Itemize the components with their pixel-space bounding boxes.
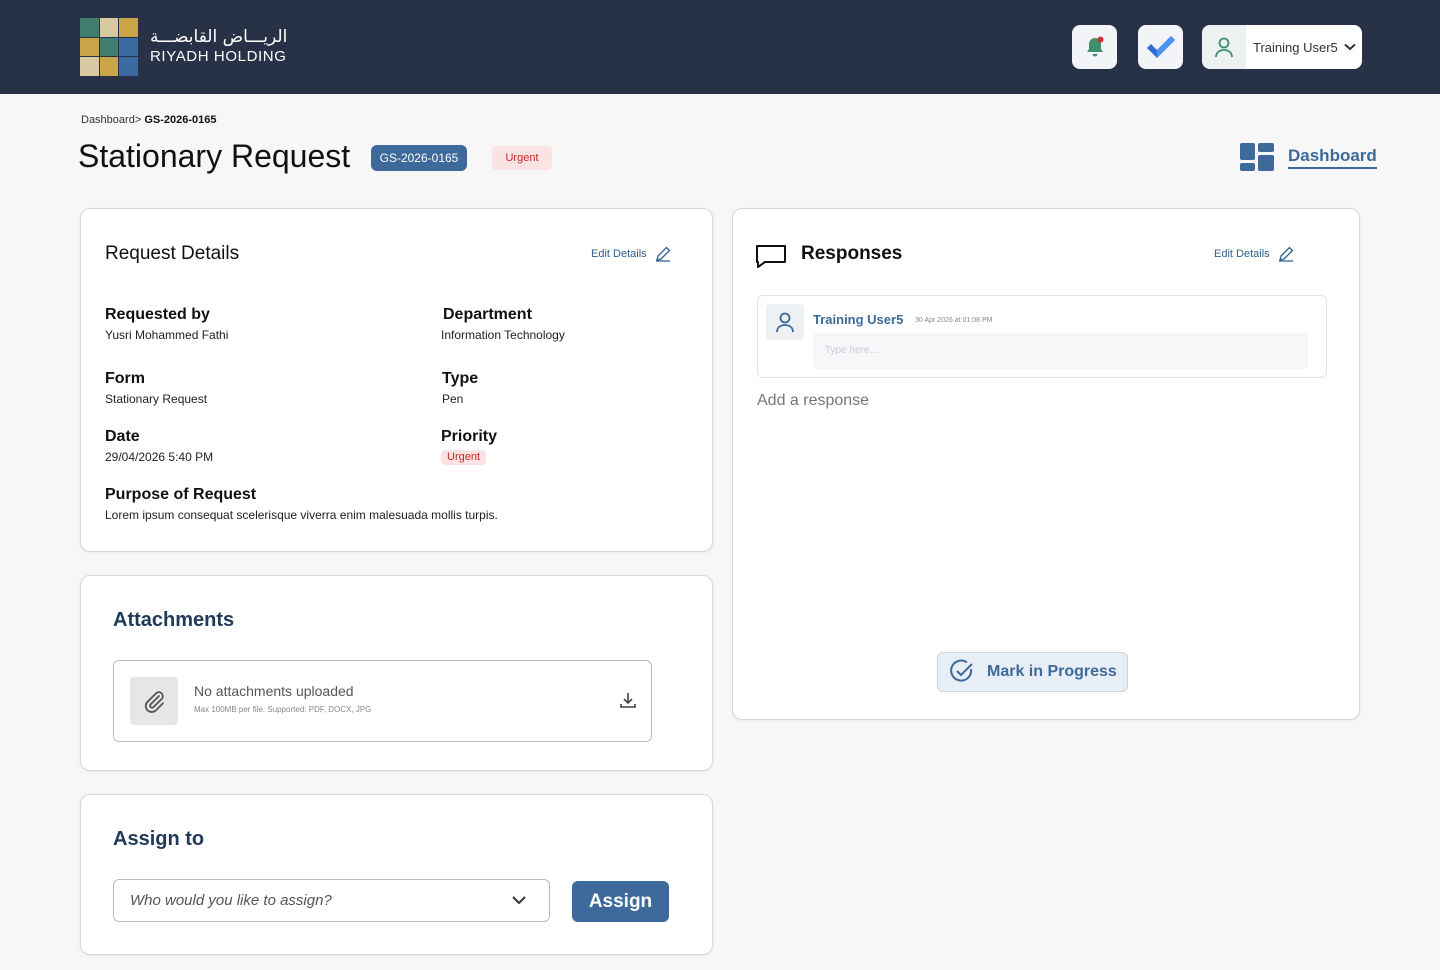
assign-title: Assign to: [113, 828, 205, 850]
field-label: Type: [442, 370, 479, 387]
response-timestamp: 30 Apr 2026 at 01:08 PM: [915, 317, 993, 324]
urgency-badge: Urgent: [492, 146, 552, 170]
dashboard-link-label: Dashboard: [1288, 146, 1377, 169]
priority-badge: Urgent: [441, 450, 487, 465]
response-entry: Training User5 30 Apr 2026 at 01:08 PM T…: [757, 295, 1327, 378]
field-value: Lorem ipsum consequat scelerisque viverr…: [105, 508, 498, 522]
logo-mark: [80, 18, 138, 76]
download-icon: [620, 693, 636, 708]
pencil-icon: [1278, 246, 1294, 262]
request-id-badge: GS-2026-0165: [371, 145, 467, 171]
field-department: Department Information Technology: [441, 305, 565, 344]
responses-card: Responses Edit Details Training User5 30…: [732, 208, 1360, 720]
edit-responses-link[interactable]: Edit Details: [1214, 246, 1294, 262]
user-name: Training User5: [1253, 39, 1338, 55]
field-purpose: Purpose of Request Lorem ipsum consequat…: [105, 485, 498, 524]
breadcrumb-current: GS-2026-0165: [144, 114, 217, 126]
logo-english-text: RIYADH HOLDING: [150, 48, 287, 65]
responses-title: Responses: [801, 243, 903, 264]
paperclip-icon: [144, 691, 164, 713]
field-date: Date 29/04/2026 5:40 PM: [105, 427, 213, 466]
response-input[interactable]: Type here...: [813, 333, 1308, 369]
checkmark-icon: [1146, 36, 1175, 58]
user-icon: [776, 312, 794, 333]
download-button[interactable]: [619, 691, 637, 714]
request-details-card: Request Details Edit Details Requested b…: [80, 208, 713, 552]
file-icon-box: [130, 677, 178, 725]
field-type: Type Pen: [442, 369, 478, 408]
no-attachments-text: No attachments uploaded: [194, 683, 354, 699]
dashboard-link[interactable]: Dashboard: [1240, 143, 1377, 171]
chat-bubble-icon: [756, 245, 786, 268]
top-bar: الريـــاض القابضـــة RIYADH HOLDING Trai…: [0, 0, 1440, 94]
dashboard-grid-icon: [1240, 143, 1274, 171]
field-value: 29/04/2026 5:40 PM: [105, 450, 214, 464]
tasks-button[interactable]: [1138, 25, 1183, 69]
assignee-select[interactable]: Who would you like to assign?: [113, 879, 550, 922]
field-form: Form Stationary Request: [105, 369, 207, 408]
page-title: Stationary Request: [78, 138, 351, 174]
mark-in-progress-button[interactable]: Mark in Progress: [937, 652, 1128, 692]
field-label: Purpose of Request: [105, 486, 257, 503]
field-value: Yusri Mohammed Fathi: [105, 328, 229, 342]
add-response-link[interactable]: Add a response: [757, 392, 869, 410]
user-menu[interactable]: Training User5: [1202, 25, 1362, 69]
logo-arabic-text: الريـــاض القابضـــة: [150, 27, 288, 47]
assignee-placeholder: Who would you like to assign?: [130, 892, 332, 909]
field-value: Pen: [442, 392, 464, 406]
user-icon: [1215, 37, 1233, 58]
field-value: Information Technology: [441, 328, 565, 342]
breadcrumb-dashboard-link[interactable]: Dashboard>: [81, 114, 141, 126]
pencil-icon: [655, 246, 671, 262]
attachment-hint: Max 100MB per file. Supported: PDF, DOCX…: [194, 705, 372, 714]
field-requested-by: Requested by Yusri Mohammed Fathi: [105, 305, 228, 344]
response-user-name: Training User5: [813, 312, 904, 327]
riyadh-holding-logo[interactable]: الريـــاض القابضـــة RIYADH HOLDING: [80, 18, 287, 76]
avatar: [766, 304, 804, 340]
attachments-card: Attachments No attachments uploaded Max …: [80, 575, 713, 771]
field-label: Date: [105, 428, 140, 445]
bell-icon: [1086, 36, 1103, 57]
attachments-title: Attachments: [113, 609, 235, 631]
check-circle-icon: [950, 659, 973, 682]
assign-card: Assign to Who would you like to assign? …: [80, 794, 713, 955]
chevron-down-icon: [1344, 43, 1356, 51]
edit-details-label: Edit Details: [591, 248, 647, 260]
field-label: Department: [443, 306, 532, 323]
mark-in-progress-label: Mark in Progress: [987, 663, 1117, 680]
attachment-dropzone[interactable]: No attachments uploaded Max 100MB per fi…: [113, 660, 652, 742]
request-details-title: Request Details: [105, 243, 240, 264]
field-label: Priority: [441, 428, 498, 445]
field-label: Requested by: [105, 306, 210, 323]
assign-button[interactable]: Assign: [572, 881, 669, 922]
field-value: Stationary Request: [105, 392, 208, 406]
response-input-placeholder: Type here...: [825, 345, 878, 356]
breadcrumb: Dashboard> GS-2026-0165: [81, 114, 216, 126]
notifications-button[interactable]: [1072, 25, 1117, 69]
field-priority: Priority Urgent: [441, 427, 497, 465]
edit-details-link[interactable]: Edit Details: [591, 246, 671, 262]
chevron-down-icon: [512, 896, 526, 905]
edit-details-label: Edit Details: [1214, 248, 1270, 260]
avatar: [1202, 25, 1246, 69]
field-label: Form: [105, 370, 145, 387]
